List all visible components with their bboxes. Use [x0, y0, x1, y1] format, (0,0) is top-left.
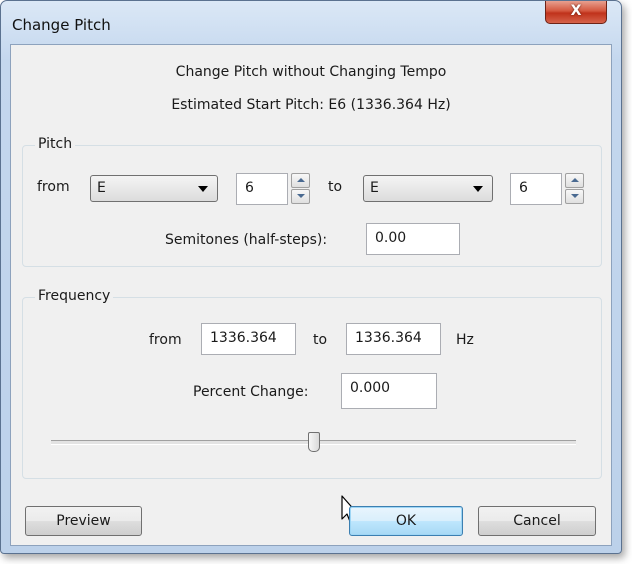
pitch-to-octave-value: 6	[519, 180, 528, 196]
frequency-unit-label: Hz	[456, 332, 474, 348]
cancel-button[interactable]: Cancel	[478, 506, 596, 536]
spin-down-icon[interactable]	[291, 189, 310, 204]
slider-thumb[interactable]	[307, 432, 320, 452]
dialog-body: Change Pitch without Changing Tempo Esti…	[10, 44, 612, 546]
pitch-to-label: to	[328, 179, 343, 195]
pitch-from-octave-spinner[interactable]	[291, 173, 310, 204]
semitones-value: 0.00	[375, 230, 407, 246]
frequency-from-value: 1336.364	[210, 330, 277, 346]
close-button[interactable]: X	[545, 1, 607, 24]
spin-up-icon[interactable]	[291, 173, 310, 188]
title-bar[interactable]: Change Pitch X	[1, 1, 621, 45]
pitch-from-label: from	[37, 179, 70, 195]
spin-down-icon[interactable]	[565, 189, 584, 204]
pitch-from-note-value: E	[97, 180, 106, 196]
semitones-label: Semitones (half-steps):	[165, 232, 328, 248]
chevron-down-icon	[473, 186, 483, 192]
spin-up-icon[interactable]	[565, 173, 584, 188]
frequency-to-input[interactable]: 1336.364	[346, 323, 441, 355]
percent-change-input[interactable]: 0.000	[341, 373, 437, 409]
pitch-to-note-value: E	[370, 180, 379, 196]
preview-button[interactable]: Preview	[25, 506, 142, 536]
pitch-group: Pitch from E 6 to E 6 Semitones (half-st…	[22, 136, 602, 267]
frequency-from-input[interactable]: 1336.364	[201, 323, 296, 355]
frequency-to-value: 1336.364	[355, 330, 422, 346]
semitones-input[interactable]: 0.00	[366, 223, 460, 255]
chevron-down-icon	[198, 186, 208, 192]
ok-button[interactable]: OK	[349, 506, 463, 536]
dialog-heading: Change Pitch without Changing Tempo	[175, 64, 447, 80]
pitch-to-octave-input[interactable]: 6	[510, 173, 562, 205]
change-pitch-dialog: Change Pitch X Change Pitch without Chan…	[0, 0, 622, 554]
frequency-to-label: to	[313, 332, 328, 348]
percent-change-value: 0.000	[350, 380, 391, 396]
pitch-from-note-select[interactable]: E	[90, 175, 218, 202]
pitch-group-label: Pitch	[35, 136, 76, 152]
pitch-from-octave-input[interactable]: 6	[236, 173, 288, 205]
frequency-group-label: Frequency	[35, 288, 114, 304]
percent-change-label: Percent Change:	[193, 384, 309, 400]
frequency-from-label: from	[149, 332, 182, 348]
pitch-to-note-select[interactable]: E	[363, 175, 493, 202]
pitch-from-octave-value: 6	[245, 180, 254, 196]
close-icon: X	[570, 3, 582, 19]
estimated-start-pitch: Estimated Start Pitch: E6 (1336.364 Hz)	[171, 97, 451, 113]
pitch-to-octave-spinner[interactable]	[565, 173, 584, 204]
window-title: Change Pitch	[12, 16, 111, 34]
